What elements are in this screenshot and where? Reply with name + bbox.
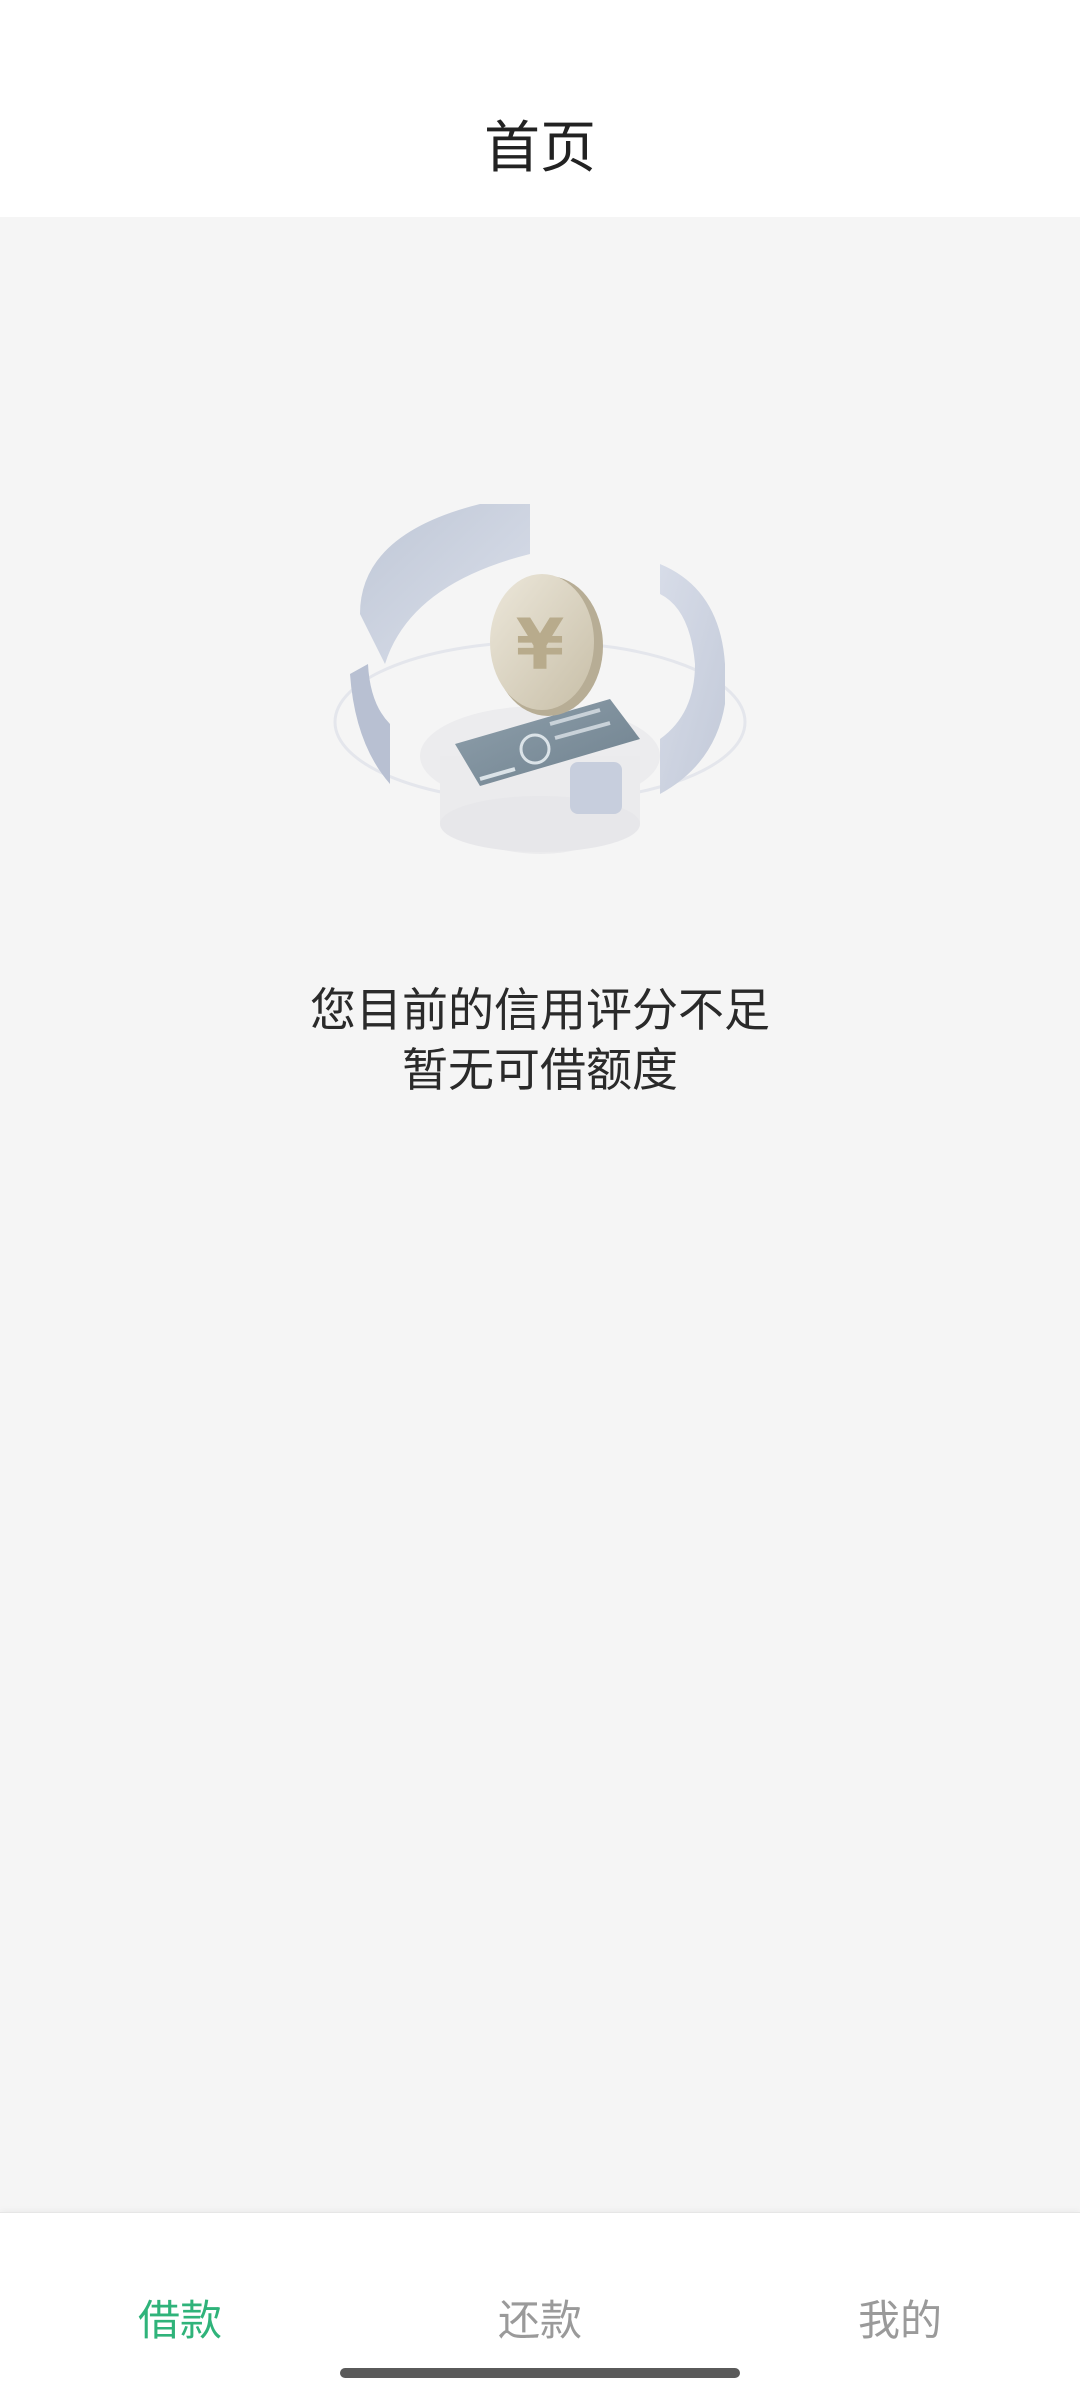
svg-text:¥: ¥ xyxy=(516,604,565,686)
top-header: 首页 xyxy=(0,0,1080,217)
credit-message: 您目前的信用评分不足 暂无可借额度 xyxy=(0,980,1080,1100)
credit-illustration: ¥ xyxy=(330,494,750,884)
tab-repay[interactable]: 还款 xyxy=(360,2293,720,2349)
yuan-coin-card-icon: ¥ xyxy=(333,504,747,854)
message-line-2: 暂无可借额度 xyxy=(402,1043,678,1097)
message-line-1: 您目前的信用评分不足 xyxy=(310,983,770,1037)
tab-borrow[interactable]: 借款 xyxy=(0,2293,360,2349)
home-indicator[interactable] xyxy=(340,2368,740,2378)
page-title: 首页 xyxy=(484,116,596,181)
tab-mine[interactable]: 我的 xyxy=(720,2293,1080,2349)
